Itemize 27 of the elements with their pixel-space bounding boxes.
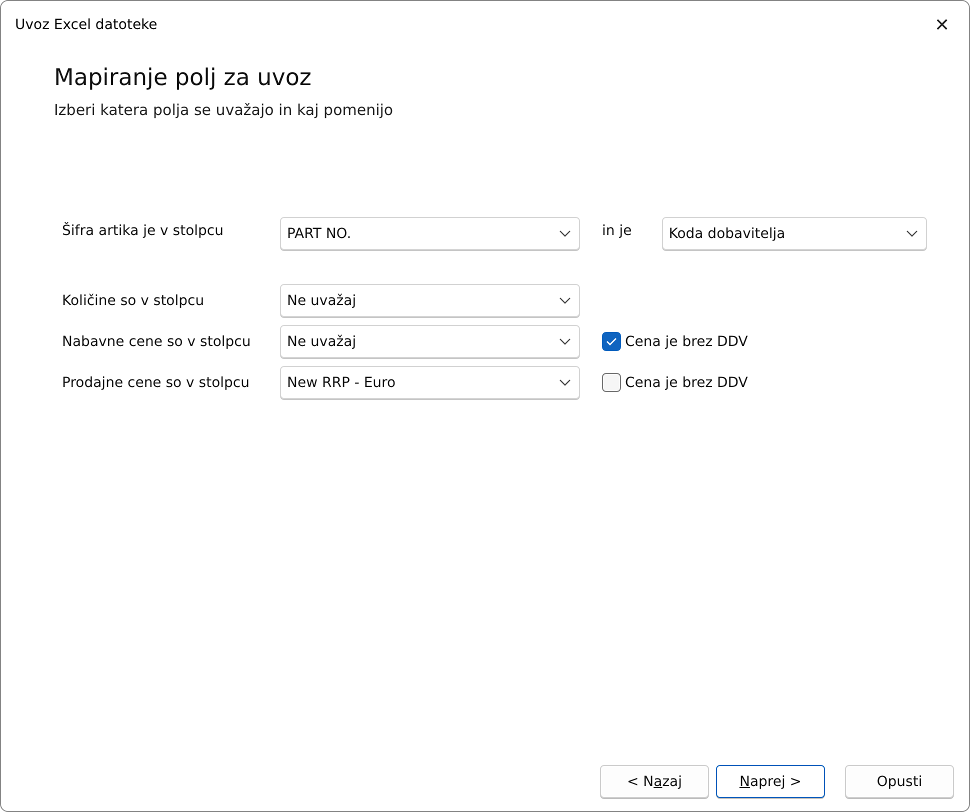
dialog-button[interactable]: Naprej > [716,765,825,798]
window-title: Uvoz Excel datoteke [15,17,158,33]
chevron-down-icon [559,297,571,304]
checkbox-label[interactable]: Cena je brez DDV [625,374,748,390]
dialog-button[interactable]: < Nazaj [600,765,709,798]
checkbox[interactable] [602,332,621,351]
chevron-down-icon [906,230,918,237]
checkbox[interactable] [602,373,621,392]
dropdown[interactable]: PART NO. [280,217,580,250]
dialog-button[interactable]: Opusti [845,765,954,798]
chevron-down-icon [559,338,571,345]
field-label: Količine so v stolpcu [62,292,206,308]
dropdown[interactable]: Ne uvažaj [280,325,580,358]
field-label: Šifra artika je v stolpcu [62,221,224,239]
connector-label: in je [602,222,632,239]
checkmark-icon [606,337,617,346]
page-heading: Mapiranje polj za uvoz [54,65,312,91]
field-label: Nabavne cene so v stolpcu [62,334,252,350]
dropdown[interactable]: New RRP - Euro [280,366,580,399]
chevron-down-icon [559,379,571,386]
dropdown[interactable]: Koda dobavitelja [662,217,927,250]
page-subheading: Izberi katera polja se uvažajo in kaj pomenijo [54,101,394,119]
dropdown[interactable]: Ne uvažaj [280,284,580,317]
chevron-down-icon [559,230,571,237]
field-label: Prodajne cene so v stolpcu [62,374,250,390]
close-button[interactable]: ✕ [919,2,965,48]
checkbox-label[interactable]: Cena je brez DDV [625,334,748,350]
